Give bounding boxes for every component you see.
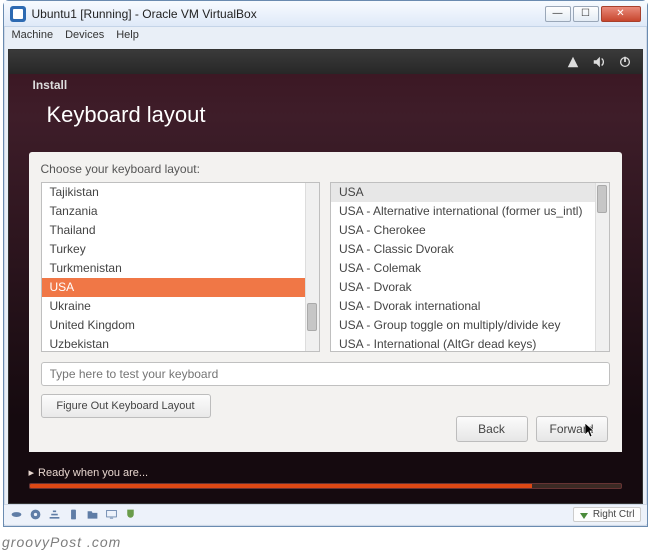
list-item[interactable]: USA - Dvorak international	[331, 297, 609, 316]
mouse-integration-icon[interactable]	[124, 508, 137, 521]
menubar: Machine Devices Help	[4, 27, 647, 47]
list-item[interactable]: USA	[42, 278, 320, 297]
shared-folders-icon[interactable]	[86, 508, 99, 521]
nav-buttons: Back Forward	[456, 416, 608, 442]
list-item[interactable]: Tanzania	[42, 202, 320, 221]
window-titlebar: Ubuntu1 [Running] - Oracle VM VirtualBox…	[4, 1, 647, 27]
progress-bar	[29, 483, 622, 489]
hard-disk-icon[interactable]	[10, 508, 23, 521]
scrollbar-thumb[interactable]	[597, 185, 607, 213]
sound-icon[interactable]	[592, 55, 606, 69]
list-item[interactable]: United Kingdom	[42, 316, 320, 335]
maximize-button[interactable]: ☐	[573, 6, 599, 22]
window-controls: — ☐ ✕	[545, 6, 641, 22]
list-item[interactable]: Ukraine	[42, 297, 320, 316]
minimize-button[interactable]: —	[545, 6, 571, 22]
list-item[interactable]: USA - International (AltGr dead keys)	[331, 335, 609, 352]
list-item[interactable]: USA - Dvorak	[331, 278, 609, 297]
optical-disk-icon[interactable]	[29, 508, 42, 521]
display-icon[interactable]	[105, 508, 118, 521]
cursor-icon	[585, 423, 597, 439]
back-button[interactable]: Back	[456, 416, 528, 442]
virtualbox-statusbar: Right Ctrl	[4, 504, 647, 524]
layout-lists: TajikistanTanzaniaThailandTurkeyTurkmeni…	[41, 182, 610, 352]
menu-machine[interactable]: Machine	[12, 29, 54, 45]
variant-listbox[interactable]: USAUSA - Alternative international (form…	[330, 182, 610, 352]
usb-icon[interactable]	[67, 508, 80, 521]
breadcrumb: Install	[33, 78, 68, 92]
list-item[interactable]: Uzbekistan	[42, 335, 320, 352]
list-item[interactable]: Turkey	[42, 240, 320, 259]
progress-area: ▸ Ready when you are...	[29, 466, 622, 489]
country-listbox[interactable]: TajikistanTanzaniaThailandTurkeyTurkmeni…	[41, 182, 321, 352]
list-item[interactable]: USA	[331, 183, 609, 202]
close-button[interactable]: ✕	[601, 6, 641, 22]
arrow-down-icon	[579, 510, 589, 520]
list-item[interactable]: Tajikistan	[42, 183, 320, 202]
status-indicators	[10, 508, 137, 521]
progress-fill	[30, 484, 532, 488]
list-item[interactable]: USA - Colemak	[331, 259, 609, 278]
installer-panel: Choose your keyboard layout: TajikistanT…	[29, 152, 622, 452]
scrollbar-thumb[interactable]	[307, 303, 317, 331]
list-item[interactable]: Thailand	[42, 221, 320, 240]
watermark: groovyPost .com	[2, 534, 121, 550]
scrollbar-track[interactable]	[305, 183, 319, 351]
menu-devices[interactable]: Devices	[65, 29, 104, 45]
progress-label[interactable]: ▸ Ready when you are...	[29, 466, 622, 479]
list-item[interactable]: USA - Group toggle on multiply/divide ke…	[331, 316, 609, 335]
list-item[interactable]: USA - Alternative international (former …	[331, 202, 609, 221]
disclosure-triangle-icon: ▸	[29, 466, 35, 479]
ubuntu-installer: Install Keyboard layout Choose your keyb…	[9, 74, 642, 503]
list-item[interactable]: Turkmenistan	[42, 259, 320, 278]
forward-button[interactable]: Forward	[536, 416, 608, 442]
guest-display: Install Keyboard layout Choose your keyb…	[8, 49, 643, 504]
list-item[interactable]: USA - Classic Dvorak	[331, 240, 609, 259]
keyboard-prompt: Choose your keyboard layout:	[41, 162, 610, 176]
vm-icon	[10, 6, 26, 22]
host-key-indicator[interactable]: Right Ctrl	[573, 507, 641, 522]
power-icon[interactable]	[618, 55, 632, 69]
ubuntu-top-panel	[9, 50, 642, 74]
network-adapter-icon[interactable]	[48, 508, 61, 521]
list-item[interactable]: USA - Cherokee	[331, 221, 609, 240]
network-icon[interactable]	[566, 55, 580, 69]
keyboard-test-input[interactable]	[41, 362, 610, 386]
figure-out-button[interactable]: Figure Out Keyboard Layout	[41, 394, 211, 418]
scrollbar-track[interactable]	[595, 183, 609, 351]
window-title: Ubuntu1 [Running] - Oracle VM VirtualBox	[32, 7, 545, 21]
page-heading: Keyboard layout	[47, 102, 206, 128]
menu-help[interactable]: Help	[116, 29, 139, 45]
virtualbox-window: Ubuntu1 [Running] - Oracle VM VirtualBox…	[3, 0, 648, 527]
